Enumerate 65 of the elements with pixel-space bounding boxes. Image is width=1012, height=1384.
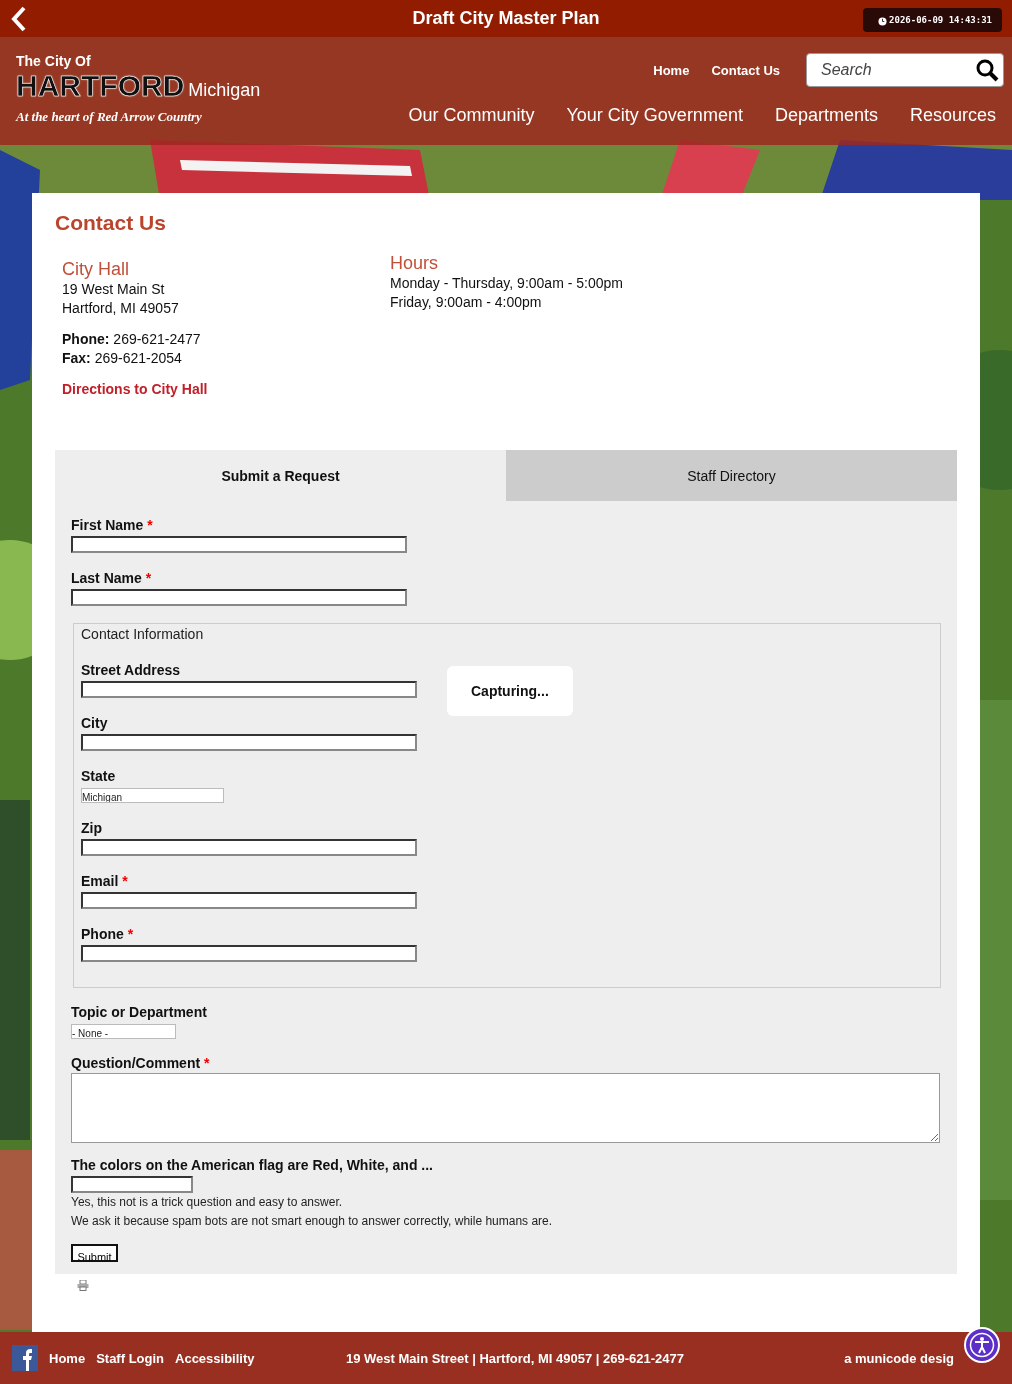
footer-link[interactable]: Staff Login xyxy=(96,1350,164,1366)
footer-link[interactable]: Home xyxy=(49,1350,86,1366)
input-field[interactable] xyxy=(81,734,417,751)
search-icon[interactable] xyxy=(975,58,999,82)
field-label: Question/Comment * xyxy=(71,1055,211,1071)
hours-line: Monday - Thursday, 9:00am - 5:00pm xyxy=(390,274,624,293)
required-mark: * xyxy=(145,570,152,586)
capture-badge: Capturing... xyxy=(447,666,573,716)
required-mark: * xyxy=(147,517,153,533)
input-field[interactable] xyxy=(81,681,417,698)
field-label: Street Address xyxy=(81,662,182,678)
field-label: Zip xyxy=(81,820,103,836)
page-heading: Draft City Master Plan xyxy=(412,8,600,29)
facebook-icon[interactable] xyxy=(12,1345,38,1371)
tab[interactable]: Staff Directory xyxy=(506,450,957,501)
field-label: Phone * xyxy=(81,926,135,942)
logo-city: HARTFORD xyxy=(16,69,185,103)
nav-link[interactable]: Resources xyxy=(909,105,996,126)
page-title: Contact Us xyxy=(55,211,167,235)
section-heading: Hours xyxy=(390,253,439,274)
back-icon[interactable] xyxy=(10,6,28,32)
logo-state: Michigan xyxy=(188,80,261,101)
required-mark: * xyxy=(122,873,128,889)
contact-line: Phone: 269-621-2477 xyxy=(62,330,202,349)
utility-link[interactable]: Home xyxy=(653,62,690,78)
field-label: First Name * xyxy=(71,517,154,533)
field-label: Topic or Department xyxy=(71,1004,208,1020)
footer-address: 19 West Main Street | Hartford, MI 49057 | 269-621-2477 xyxy=(346,1350,684,1366)
field-label: City xyxy=(81,715,109,731)
footer-credit: a municode desig xyxy=(844,1350,954,1366)
hours-line: Friday, 9:00am - 4:00pm xyxy=(390,293,543,312)
address-line: Hartford, MI 49057 xyxy=(62,299,180,318)
input-field[interactable] xyxy=(71,536,407,553)
captcha-hint: We ask it because spam bots are not smart enough to answer correctly, while humans are. xyxy=(71,1213,554,1230)
input-field[interactable] xyxy=(71,589,407,606)
tagline: At the heart of Red Arrow Country xyxy=(16,109,203,125)
search-field[interactable]: Search xyxy=(806,53,1004,87)
clock-icon xyxy=(878,17,887,26)
directions-link[interactable]: Directions to City Hall xyxy=(62,381,208,397)
captcha-question: The colors on the American flag are Red, White, and ... xyxy=(71,1157,434,1173)
input-field[interactable] xyxy=(81,892,417,909)
field-label: Last Name * xyxy=(71,570,153,586)
fieldset-legend: Contact Information xyxy=(81,626,933,642)
captcha-hint: Yes, this not is a trick question and easy to answer. xyxy=(71,1194,344,1211)
address-line: 19 West Main St xyxy=(62,280,166,299)
comment-field[interactable] xyxy=(71,1073,940,1143)
footer-link[interactable]: Accessibility xyxy=(175,1350,255,1366)
captcha-field[interactable] xyxy=(71,1176,193,1193)
required-mark: * xyxy=(127,926,134,942)
input-field[interactable] xyxy=(81,839,417,856)
logo-subtitle: The City Of xyxy=(16,53,92,69)
accessibility-button[interactable] xyxy=(964,1327,1000,1363)
contact-line: Fax: 269-621-2054 xyxy=(62,349,183,368)
input-field[interactable] xyxy=(81,945,417,962)
topic-select[interactable]: - None - xyxy=(71,1024,176,1039)
timestamp: 2026-06-09 14:43:31 xyxy=(863,8,1002,32)
nav-link[interactable]: Departments xyxy=(774,105,878,126)
field-label: Email * xyxy=(81,873,129,889)
nav-link[interactable]: Your City Government xyxy=(566,105,743,126)
utility-link[interactable]: Contact Us xyxy=(711,62,780,78)
section-heading: City Hall xyxy=(62,259,130,280)
nav-link[interactable]: Our Community xyxy=(408,105,535,126)
field-label: State xyxy=(81,768,117,784)
print-icon[interactable] xyxy=(77,1280,89,1291)
required-mark: * xyxy=(204,1055,210,1071)
